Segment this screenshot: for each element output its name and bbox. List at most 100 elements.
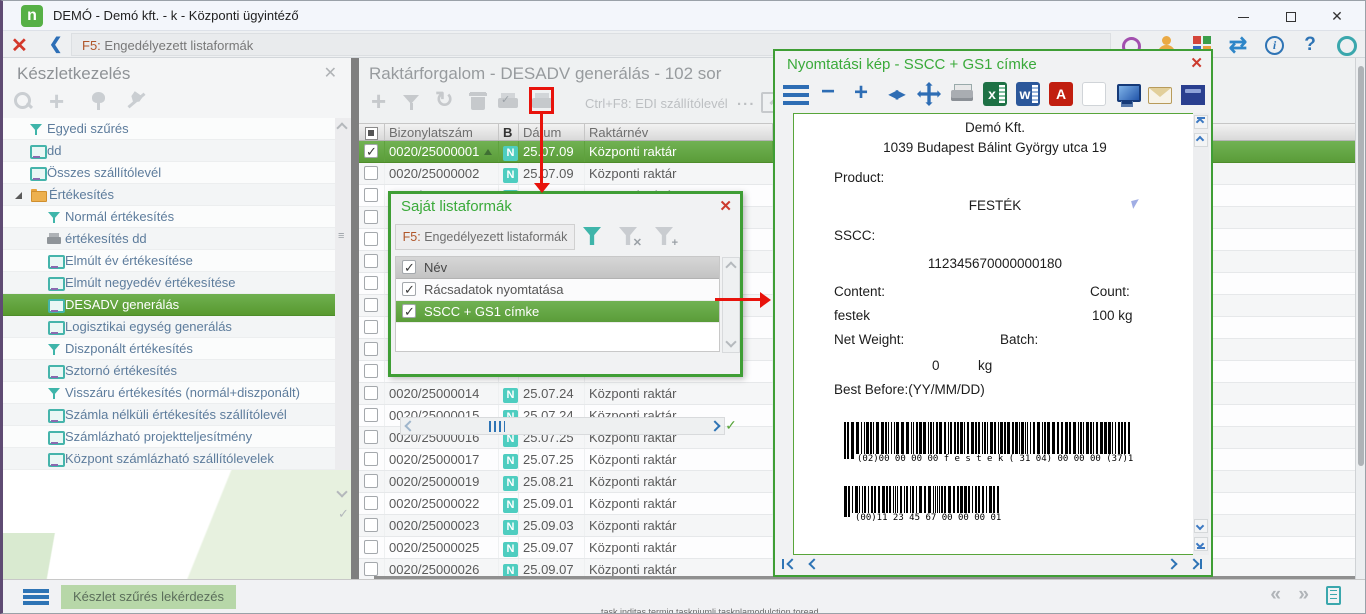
row-checkbox[interactable] — [359, 339, 385, 360]
row-checkbox[interactable] — [359, 537, 385, 558]
sidebar-item-sz-mla-n-lk-li-rt-kes-t-s-sz-ll-t-lev-l[interactable]: Számla nélküli értékesítés szállítólevél — [3, 404, 335, 426]
filter-clear-icon[interactable]: ✕ — [617, 225, 641, 249]
print-icon[interactable] — [950, 82, 974, 106]
confirm-check-icon[interactable]: ✓ — [722, 417, 740, 435]
scroll-bottom-icon[interactable] — [1194, 537, 1208, 551]
row-checkbox[interactable] — [359, 141, 385, 162]
row-checkbox[interactable] — [359, 427, 385, 448]
scroll-up-icon[interactable] — [336, 122, 347, 133]
row-checkbox[interactable] — [359, 229, 385, 250]
popup-close-icon[interactable]: ✕ — [719, 197, 732, 215]
expanded-caret-icon[interactable] — [15, 192, 22, 199]
column-header-datum[interactable]: Dátum — [519, 124, 585, 140]
sidebar-item-elm-lt-v-rt-kes-t-se[interactable]: Elmúlt év értékesítése — [3, 250, 335, 272]
more-icon[interactable]: ... — [737, 92, 756, 109]
unpin-icon[interactable] — [125, 89, 149, 113]
window-vertical-scrollbar[interactable] — [1355, 58, 1365, 579]
sidebar-scrollbar[interactable]: ≡ ✓ — [335, 118, 351, 470]
zoom-in-icon[interactable] — [851, 82, 875, 106]
header-checkbox[interactable] — [402, 260, 416, 274]
column-header-bizonylatszam[interactable]: Bizonylatszám — [385, 124, 499, 140]
tree-view-icon[interactable] — [87, 89, 111, 113]
popup-vertical-scrollbar[interactable] — [722, 257, 740, 353]
fit-page-icon[interactable] — [917, 82, 941, 106]
prev-page-icon[interactable] — [803, 555, 825, 573]
row-checkbox[interactable] — [359, 295, 385, 316]
row-checkbox[interactable] — [359, 493, 385, 514]
send-to-computer-icon[interactable] — [1115, 82, 1139, 106]
scroll-up-icon[interactable] — [1194, 133, 1208, 147]
export-pdf-icon[interactable] — [1049, 82, 1073, 106]
preview-close-icon[interactable]: ✕ — [1190, 54, 1203, 72]
add-row-icon[interactable] — [369, 90, 393, 114]
scroll-up-icon[interactable] — [725, 261, 736, 272]
sync-arrows-icon[interactable]: ⇄ — [1227, 34, 1249, 56]
row-checkbox[interactable] — [359, 163, 385, 184]
row-checkbox[interactable] — [359, 273, 385, 294]
row-checkbox[interactable] — [359, 251, 385, 272]
row-checkbox[interactable] — [359, 449, 385, 470]
status-menu-icon[interactable] — [23, 589, 49, 605]
row-checkbox[interactable] — [359, 317, 385, 338]
print-selected-icon[interactable] — [497, 90, 521, 114]
scrollbar-thumb[interactable] — [489, 421, 505, 432]
maximize-button[interactable] — [1269, 1, 1313, 31]
f5-listforms-label[interactable]: F5: Engedélyezett listaformák — [82, 38, 253, 53]
scroll-down-icon[interactable] — [1194, 519, 1208, 533]
sidebar-item-rt-kes-t-s-dd[interactable]: értékesítés dd — [3, 228, 335, 250]
scroll-grip-icon[interactable]: ≡ — [338, 230, 344, 242]
scroll-top-icon[interactable] — [1194, 115, 1208, 129]
sidebar-close-icon[interactable]: ✕ — [324, 63, 337, 83]
sidebar-item-logisztikai-egys-g-gener-l-s[interactable]: Logisztikai egység generálás — [3, 316, 335, 338]
query-status-badge[interactable]: Készlet szűrés lekérdezés — [61, 585, 236, 609]
delete-icon[interactable] — [467, 90, 491, 114]
menu-icon[interactable] — [783, 85, 809, 105]
export-html-icon[interactable] — [1082, 82, 1106, 106]
popup-horizontal-scrollbar[interactable] — [400, 417, 725, 435]
filter-apply-icon[interactable] — [581, 225, 605, 249]
add-icon[interactable] — [49, 89, 73, 113]
sidebar-item-sztorn-rt-kes-t-s[interactable]: Sztornó értékesítés — [3, 360, 335, 382]
listform-row-sscc-gs1-c-mke[interactable]: SSCC + GS1 címke — [396, 301, 719, 323]
sidebar-item-egyedi-sz-r-s[interactable]: Egyedi szűrés — [3, 118, 335, 140]
row-checkbox[interactable] — [359, 383, 385, 404]
sidebar-item-norm-l-rt-kes-t-s[interactable]: Normál értékesítés — [3, 206, 335, 228]
fit-width-icon[interactable]: ◀▶ — [884, 82, 908, 106]
select-all-checkbox[interactable] — [359, 124, 385, 140]
info-icon[interactable] — [1263, 34, 1285, 56]
previous-chevrons-icon[interactable]: « — [1270, 584, 1281, 606]
sidebar-item-diszpon-lt-rt-kes-t-s[interactable]: Diszponált értékesítés — [3, 338, 335, 360]
sidebar-item-k-zpont-sz-ml-zhat-sz-ll-t-levelek[interactable]: Központ számlázható szállítólevelek — [3, 448, 335, 470]
scroll-check-icon[interactable]: ✓ — [338, 506, 349, 522]
scroll-left-icon[interactable] — [404, 420, 415, 431]
column-header-b[interactable]: B — [499, 124, 519, 140]
scroll-right-icon[interactable] — [709, 420, 720, 431]
close-button[interactable]: ✕ — [1315, 1, 1359, 31]
f5-allowed-listforms-button[interactable]: F5: Engedélyezett listaformák — [395, 224, 575, 250]
row-checkbox[interactable] — [359, 185, 385, 206]
sidebar-item-rt-kes-t-s[interactable]: Értékesítés — [3, 184, 335, 206]
archive-icon[interactable] — [1181, 85, 1205, 105]
filter-icon[interactable] — [401, 90, 425, 114]
listform-row-r-csadatok-nyomtat-sa[interactable]: Rácsadatok nyomtatása — [396, 279, 719, 301]
row-checkbox[interactable] — [359, 471, 385, 492]
row-checkbox[interactable] — [359, 361, 385, 382]
send-mail-icon[interactable] — [1148, 87, 1172, 104]
close-view-icon[interactable]: ✕ — [11, 33, 28, 58]
row-checkbox[interactable] — [402, 304, 416, 318]
filter-add-icon[interactable]: + — [653, 225, 677, 249]
sidebar-item-vissz-ru-rt-kes-t-s-norm-l-diszpon-lt[interactable]: Visszáru értékesítés (normál+diszponált) — [3, 382, 335, 404]
sidebar-item-desadv-gener-l-s[interactable]: DESADV generálás — [3, 294, 335, 316]
sidebar-item-sszes-sz-ll-t-lev-l[interactable]: Összes szállítólevél — [3, 162, 335, 184]
preview-vertical-scrollbar[interactable] — [1193, 113, 1209, 555]
next-page-icon[interactable] — [1161, 555, 1183, 573]
scroll-down-icon[interactable] — [725, 336, 736, 347]
edi-shortcut-label[interactable]: Ctrl+F8: EDI szállítólevél — [585, 96, 728, 111]
help-icon[interactable]: ? — [1299, 34, 1321, 56]
panel-splitter[interactable] — [351, 58, 359, 579]
sidebar-item-elm-lt-negyed-v-rt-kes-t-se[interactable]: Elmúlt negyedév értékesítése — [3, 272, 335, 294]
row-checkbox[interactable] — [359, 515, 385, 536]
row-checkbox[interactable] — [359, 207, 385, 228]
log-list-icon[interactable] — [1326, 586, 1341, 605]
sidebar-item-dd[interactable]: dd — [3, 140, 335, 162]
